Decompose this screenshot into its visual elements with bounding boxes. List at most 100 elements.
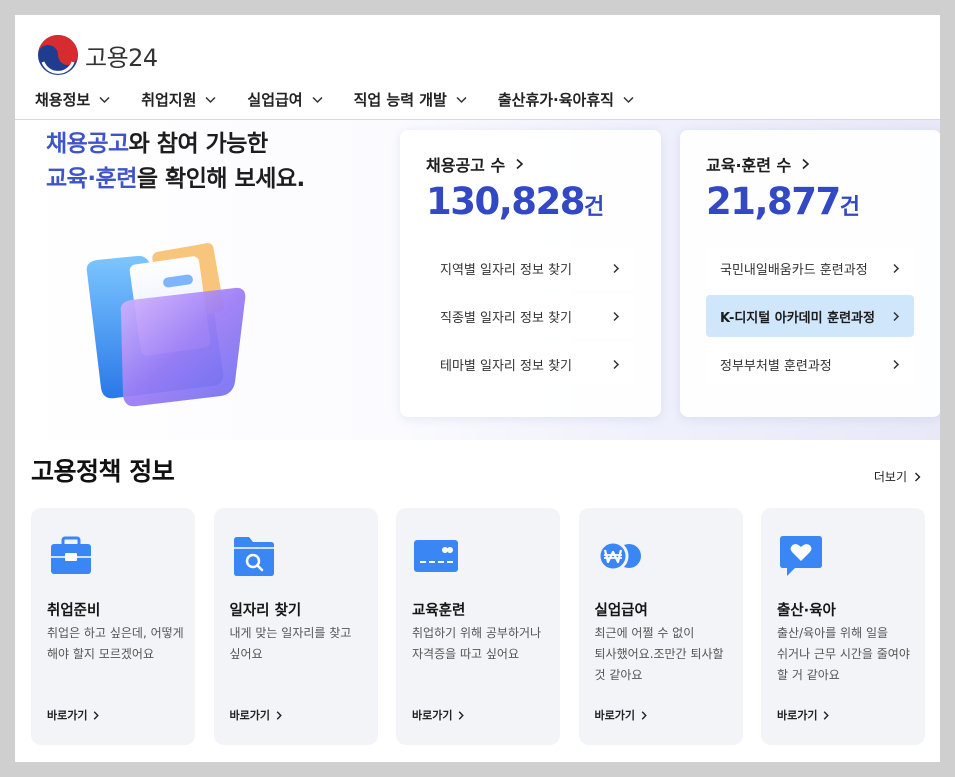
job-links: 지역별 일자리 정보 찾기 직종별 일자리 정보 찾기 테마별 일자리 정보 찾…: [426, 247, 634, 391]
training-courses-card: 교육·훈련 수 21,877건 국민내일배움카드 훈련과정 K-디지털 아카데미…: [680, 130, 940, 417]
nav-item-label: 출산휴가·육아휴직: [497, 91, 614, 109]
go-link[interactable]: 바로가기: [412, 707, 465, 723]
policy-card-childbirth-parenting[interactable]: 출산·육아 출산/육아를 위해 일을 쉬거나 근무 시간을 줄여야 할 거 같아…: [761, 508, 925, 745]
link-government-ministry-training[interactable]: 정부부처별 훈련과정: [706, 343, 914, 385]
link-label: 직종별 일자리 정보 찾기: [440, 310, 572, 326]
policy-cards: 취업준비 취업은 하고 싶은데, 어떻게 해야 할지 모르겠어요 바로가기 일자…: [31, 508, 925, 745]
card-title: 교육훈련: [412, 603, 466, 619]
card-title: 취업준비: [47, 603, 101, 619]
card-title: 일자리 찾기: [229, 603, 302, 619]
go-link[interactable]: 바로가기: [777, 707, 830, 723]
main-navigation: 채용정보 취업지원 실업급여 직업 능력 개발 출산휴가·육아휴직: [35, 89, 665, 110]
nav-item-parental-leave[interactable]: 출산휴가·육아휴직: [498, 89, 635, 110]
more-link[interactable]: 더보기: [874, 468, 921, 485]
nav-item-label: 직업 능력 개발: [353, 91, 447, 109]
go-link[interactable]: 바로가기: [595, 707, 647, 723]
hero-highlight-jobs: 채용공고: [46, 131, 129, 157]
job-postings-value: 130,828: [426, 180, 586, 223]
link-label: K-디지털 아카데미 훈련과정: [720, 310, 875, 326]
chevron-right-icon: [915, 472, 921, 481]
go-label: 바로가기: [412, 709, 453, 722]
nav-item-label: 채용정보: [35, 91, 91, 109]
chevron-right-icon: [613, 263, 620, 273]
chevron-down-icon: [623, 96, 634, 104]
count-unit: 건: [584, 195, 605, 220]
chevron-right-icon: [516, 158, 524, 170]
hero-highlight-training: 교육·훈련: [46, 166, 137, 192]
site-logo[interactable]: 고용24: [37, 34, 158, 76]
training-count: 21,877건: [706, 180, 860, 223]
nav-item-employment-support[interactable]: 취업지원: [141, 89, 217, 110]
policy-card-job-prep[interactable]: 취업준비 취업은 하고 싶은데, 어떻게 해야 할지 모르겠어요 바로가기: [31, 508, 195, 745]
brand-name: 고용24: [85, 43, 158, 72]
nav-item-label: 취업지원: [141, 91, 197, 109]
chevron-down-icon: [99, 96, 110, 104]
job-postings-title-link[interactable]: 채용공고 수: [426, 152, 524, 176]
link-label: 테마별 일자리 정보 찾기: [440, 358, 572, 374]
chevron-down-icon: [205, 96, 216, 104]
nav-item-jobs-info[interactable]: 채용정보: [35, 89, 111, 110]
link-label: 정부부처별 훈련과정: [720, 358, 832, 374]
link-jobs-by-region[interactable]: 지역별 일자리 정보 찾기: [426, 247, 634, 289]
link-label: 국민내일배움카드 훈련과정: [720, 262, 868, 278]
more-label: 더보기: [873, 470, 907, 484]
job-postings-card: 채용공고 수 130,828건 지역별 일자리 정보 찾기 직종별 일자리 정보…: [400, 130, 661, 417]
section-title: 고용정책 정보: [31, 457, 175, 486]
nav-item-unemployment-benefit[interactable]: 실업급여: [247, 89, 323, 110]
won-coin-icon: [597, 540, 641, 572]
policy-card-training[interactable]: 교육훈련 취업하기 위해 공부하거나 자격증을 따고 싶어요 바로가기: [396, 508, 560, 745]
card-title: 실업급여: [594, 603, 648, 619]
card-description: 취업은 하고 싶은데, 어떻게 해야 할지 모르겠어요: [47, 626, 184, 661]
chevron-right-icon: [613, 311, 620, 321]
folder-illustration-icon: [86, 243, 246, 407]
card-description: 최근에 어쩔 수 없이 퇴사했어요.조만간 퇴사할 것 같아요: [594, 626, 724, 682]
card-icon: [414, 540, 458, 572]
training-value: 21,877: [706, 180, 841, 223]
job-postings-title: 채용공고 수: [426, 156, 506, 175]
page: 고용24 채용정보 취업지원 실업급여 직업 능력 개발 출산휴가·육아휴직 채…: [15, 15, 940, 762]
link-national-learning-card[interactable]: 국민내일배움카드 훈련과정: [706, 247, 914, 289]
chevron-right-icon: [459, 710, 465, 720]
heart-bubble-icon: [780, 536, 822, 576]
chevron-right-icon: [824, 710, 830, 720]
hero-title: 채용공고와 참여 가능한 교육·훈련을 확인해 보세요.: [46, 127, 305, 197]
chevron-right-icon: [893, 311, 900, 321]
chevron-right-icon: [276, 710, 282, 720]
chevron-right-icon: [641, 710, 647, 720]
chevron-right-icon: [613, 359, 620, 369]
card-description: 내게 맞는 일자리를 찾고 싶어요: [229, 626, 352, 661]
go-link[interactable]: 바로가기: [47, 707, 100, 723]
taegeuk-logo-icon: [38, 35, 78, 75]
briefcase-icon: [51, 536, 91, 574]
chevron-right-icon: [802, 158, 810, 170]
folder-search-icon: [233, 537, 274, 576]
chevron-right-icon: [893, 263, 900, 273]
nav-item-label: 실업급여: [247, 91, 303, 109]
training-links: 국민내일배움카드 훈련과정 K-디지털 아카데미 훈련과정 정부부처별 훈련과정: [706, 247, 914, 391]
link-label: 지역별 일자리 정보 찾기: [440, 262, 572, 278]
policy-card-job-search[interactable]: 일자리 찾기 내게 맞는 일자리를 찾고 싶어요 바로가기: [213, 508, 378, 745]
chevron-down-icon: [312, 96, 323, 104]
hero-text: 와 참여 가능한: [128, 131, 268, 157]
hero-section: 채용공고와 참여 가능한 교육·훈련을 확인해 보세요. 채용공고 수 130,…: [15, 120, 940, 440]
link-jobs-by-theme[interactable]: 테마별 일자리 정보 찾기: [426, 343, 634, 385]
go-label: 바로가기: [594, 709, 635, 722]
go-label: 바로가기: [47, 709, 88, 722]
chevron-right-icon: [94, 710, 100, 720]
hero-text: 을 확인해 보세요.: [136, 166, 305, 192]
go-label: 바로가기: [777, 709, 818, 722]
training-title: 교육·훈련 수: [706, 156, 792, 175]
chevron-right-icon: [893, 359, 900, 369]
policy-card-unemployment-benefit[interactable]: 실업급여 최근에 어쩔 수 없이 퇴사했어요.조만간 퇴사할 것 같아요 바로가…: [578, 508, 743, 745]
link-jobs-by-occupation[interactable]: 직종별 일자리 정보 찾기: [426, 295, 634, 337]
nav-item-skills-development[interactable]: 직업 능력 개발: [354, 89, 468, 110]
chevron-down-icon: [456, 96, 467, 104]
card-description: 출산/육아를 위해 일을 쉬거나 근무 시간을 줄여야 할 거 같아요: [777, 626, 910, 682]
go-label: 바로가기: [229, 709, 270, 722]
job-postings-count: 130,828건: [426, 180, 604, 223]
go-link[interactable]: 바로가기: [230, 707, 282, 723]
link-k-digital-academy[interactable]: K-디지털 아카데미 훈련과정: [706, 295, 914, 337]
card-description: 취업하기 위해 공부하거나 자격증을 따고 싶어요: [412, 626, 542, 661]
training-title-link[interactable]: 교육·훈련 수: [706, 152, 810, 176]
card-title: 출산·육아: [777, 603, 836, 619]
